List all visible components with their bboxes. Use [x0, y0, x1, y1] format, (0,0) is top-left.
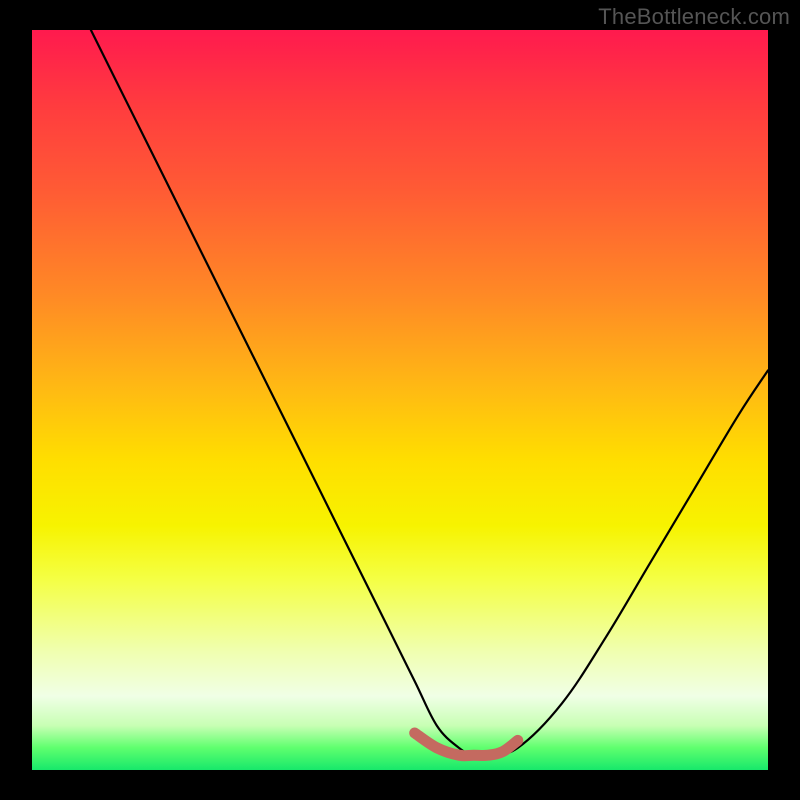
chart-frame: TheBottleneck.com: [0, 0, 800, 800]
plot-area: [32, 30, 768, 770]
optimal-range: [415, 733, 518, 756]
curve-layer: [32, 30, 768, 770]
bottleneck-curve: [91, 30, 768, 756]
watermark-text: TheBottleneck.com: [598, 4, 790, 30]
